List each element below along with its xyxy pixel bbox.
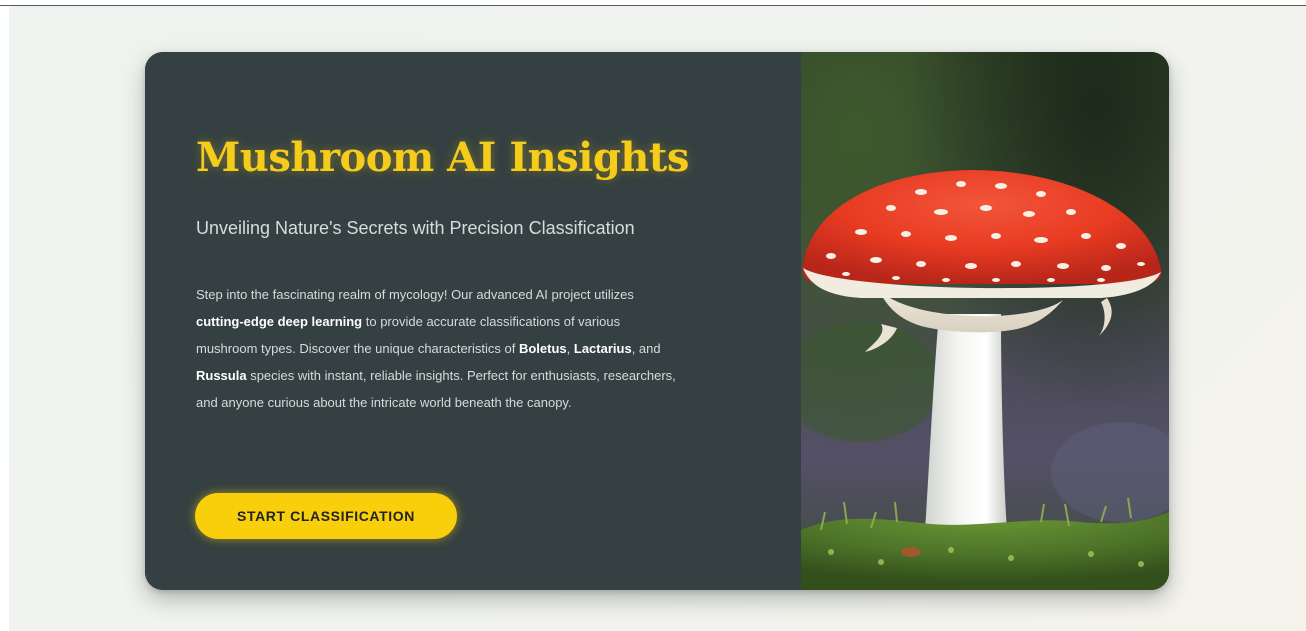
description-highlight-deep-learning: cutting-edge deep learning [196, 314, 363, 329]
hero-card: Mushroom AI Insights Unveiling Nature's … [145, 52, 1169, 590]
page-title: Mushroom AI Insights [196, 134, 689, 181]
hero-text-panel: Mushroom AI Insights Unveiling Nature's … [145, 52, 801, 590]
description-text: , and [631, 341, 661, 356]
description-text: Step into the fascinating realm of mycol… [196, 287, 634, 302]
mushroom-image [801, 52, 1169, 590]
description-highlight-boletus: Boletus [518, 341, 567, 356]
description-highlight-russula: Russula [196, 368, 247, 383]
amanita-mushroom-photo-icon [801, 170, 1169, 590]
page-subtitle: Unveiling Nature's Secrets with Precisio… [196, 218, 635, 238]
description-text: , [566, 341, 574, 356]
start-classification-button[interactable]: START CLASSIFICATION [195, 493, 457, 539]
hero-description: Step into the fascinating realm of mycol… [196, 281, 676, 416]
description-highlight-lactarius: Lactarius [573, 341, 632, 356]
description-text: species with instant, reliable insights.… [196, 368, 676, 410]
